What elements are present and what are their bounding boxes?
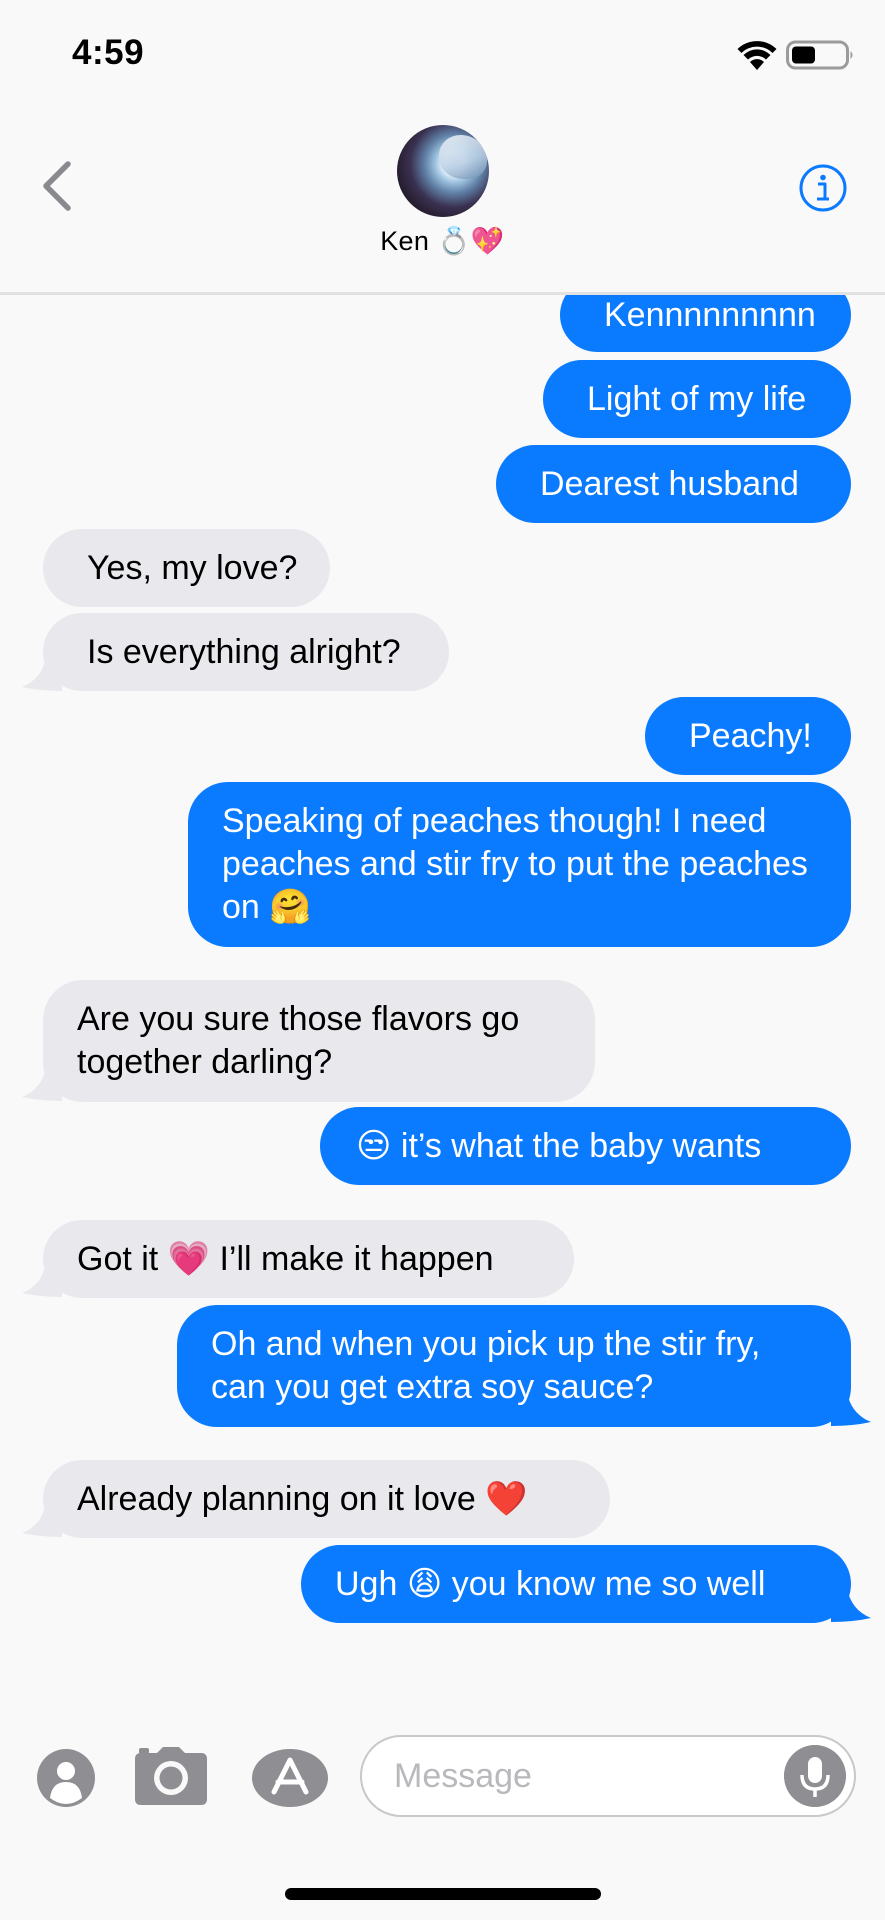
message-input[interactable]: Message — [360, 1735, 856, 1817]
bubble-tail — [831, 1588, 871, 1622]
message-bubble-sent[interactable]: Light of my life — [543, 360, 851, 438]
app-store-icon[interactable] — [250, 1748, 330, 1808]
bubble-tail — [831, 1392, 871, 1426]
chevron-left-icon[interactable] — [34, 154, 84, 218]
message-bubble-sent[interactable]: Oh and when you pick up the stir fry, ca… — [177, 1305, 851, 1427]
contact-name[interactable]: Ken 💍💖 — [0, 225, 885, 257]
message-bubble-sent[interactable]: Speaking of peaches though! I need peach… — [188, 782, 851, 947]
message-text: Is everything alright? — [87, 632, 401, 671]
conversation-header: Ken 💍💖 — [0, 110, 885, 295]
message-bubble-sent[interactable]: Peachy! — [645, 697, 851, 775]
message-bubble-sent[interactable]: 😒 it’s what the baby wants — [320, 1107, 851, 1185]
message-text: Oh and when you pick up the stir fry, ca… — [211, 1325, 761, 1406]
avatar-photo — [439, 135, 487, 179]
message-text: Speaking of peaches though! I need peach… — [222, 802, 808, 926]
avatar[interactable] — [397, 125, 489, 217]
message-placeholder: Message — [394, 1757, 532, 1795]
bubble-tail — [22, 1067, 62, 1101]
wifi-icon — [737, 41, 777, 70]
bubble-tail — [22, 1503, 62, 1537]
status-time: 4:59 — [72, 33, 145, 72]
bubble-tail — [22, 657, 62, 691]
message-text: Already planning on it love ❤️ — [77, 1479, 528, 1518]
message-text: Are you sure those flavors go together d… — [77, 1000, 520, 1081]
message-text: Light of my life — [587, 379, 807, 418]
message-bubble-sent[interactable]: Kennnnnnnnn — [560, 295, 851, 352]
message-input-bar: Message — [0, 1715, 885, 1835]
camera-icon[interactable] — [133, 1745, 209, 1807]
info-icon[interactable] — [798, 163, 848, 213]
message-bubble-received[interactable]: Are you sure those flavors go together d… — [43, 980, 595, 1102]
message-bubble-sent[interactable]: Ugh 😩 you know me so well — [301, 1545, 851, 1623]
microphone-icon[interactable] — [784, 1745, 846, 1807]
bubble-tail — [22, 1263, 62, 1297]
message-text: Kennnnnnnnn — [604, 295, 816, 334]
message-text: Got it 💗 I’ll make it happen — [77, 1239, 494, 1278]
message-text: Ugh 😩 you know me so well — [335, 1564, 766, 1603]
memoji-icon[interactable] — [36, 1748, 96, 1808]
message-bubble-received[interactable]: Already planning on it love ❤️ — [43, 1460, 610, 1538]
status-bar: 4:59 — [0, 0, 885, 110]
message-thread[interactable]: Kennnnnnnnn Light of my life Dearest hus… — [0, 295, 885, 1695]
home-indicator[interactable] — [285, 1888, 601, 1900]
message-text: Peachy! — [689, 716, 812, 755]
message-text: 😒 it’s what the baby wants — [356, 1126, 762, 1165]
battery-icon — [786, 40, 853, 70]
message-bubble-received[interactable]: Got it 💗 I’ll make it happen — [43, 1220, 574, 1298]
message-bubble-received[interactable]: Yes, my love? — [43, 529, 330, 607]
message-bubble-sent[interactable]: Dearest husband — [496, 445, 851, 523]
message-text: Yes, my love? — [87, 548, 298, 587]
message-bubble-received[interactable]: Is everything alright? — [43, 613, 449, 691]
message-text: Dearest husband — [540, 464, 799, 503]
